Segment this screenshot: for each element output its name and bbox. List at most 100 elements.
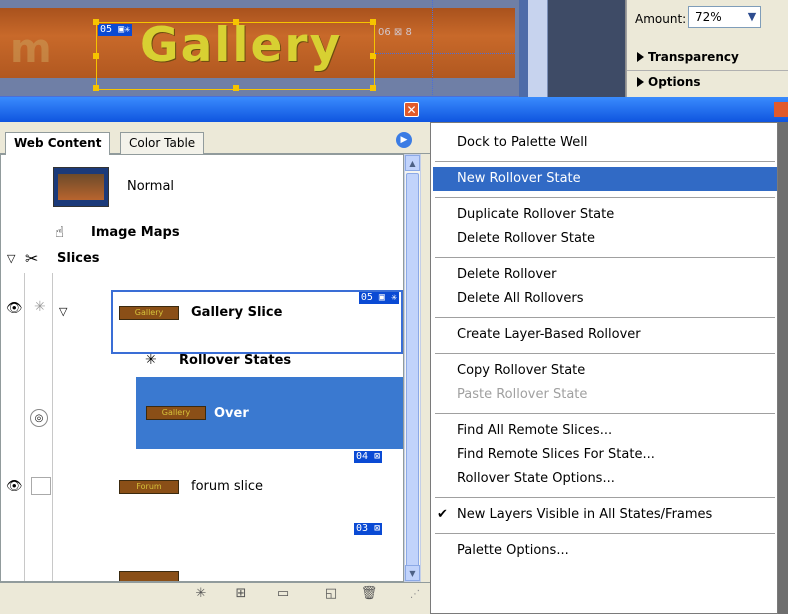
amount-value: 72%: [695, 10, 722, 24]
list-item-selected[interactable]: Gallery Over: [136, 377, 403, 449]
banner-left-letter: m: [10, 26, 52, 72]
resize-handle[interactable]: [233, 85, 239, 91]
list-item[interactable]: ☝ Image Maps: [1, 219, 403, 247]
trash-icon[interactable]: 🗑: [360, 586, 378, 602]
checkmark-icon: ✔: [437, 507, 448, 522]
menu-item-delete-rollover-state[interactable]: Delete Rollover State: [433, 227, 777, 251]
list-item[interactable]: Normal: [1, 155, 403, 219]
hand-icon: ☝: [55, 223, 65, 241]
gallery-thumbnail: Gallery: [119, 306, 179, 320]
list-item[interactable]: 03 ⊠: [1, 521, 403, 581]
gallery-slice-label: Gallery Slice: [191, 305, 283, 320]
close-icon[interactable]: [774, 102, 788, 117]
menu-separator: [435, 353, 775, 354]
list-item[interactable]: ✳ Rollover States: [1, 345, 403, 377]
menu-item-palette-options[interactable]: Palette Options...: [433, 539, 777, 563]
menu-titlebar: [430, 97, 788, 122]
menu-item-new-rollover-state[interactable]: New Rollover State: [433, 167, 777, 191]
menu-separator: [435, 257, 775, 258]
menu-item-rollover-state-options[interactable]: Rollover State Options...: [433, 467, 777, 491]
guide-line: [432, 0, 433, 97]
menu-item-new-layers-visible-in-all-states-frames[interactable]: New Layers Visible in All States/Frames: [433, 503, 777, 527]
tab-web-content[interactable]: Web Content: [5, 132, 111, 155]
gallery-thumbnail: Gallery: [146, 406, 206, 420]
over-label: Over: [214, 406, 249, 421]
properties-panel: Amount: 72% ▼ Transparency Options: [626, 0, 788, 97]
menu-separator: [435, 497, 775, 498]
amount-label: Amount:: [635, 12, 687, 26]
transparency-label: Transparency: [648, 50, 739, 64]
resize-handle[interactable]: [370, 85, 376, 91]
amount-select[interactable]: 72% ▼: [688, 6, 761, 28]
image-maps-label: Image Maps: [91, 225, 180, 240]
palette-titlebar[interactable]: ✕: [0, 97, 430, 122]
slice-thumbnail: [119, 571, 179, 581]
document-edge: [528, 0, 625, 97]
slice-number-tag: 03 ⊠: [354, 523, 383, 535]
web-content-palette: ✕ Web Content Color Table ▶ Normal ☝ Ima…: [0, 97, 430, 614]
rollover-star-icon: ✳: [145, 352, 157, 368]
rollover-states-label: Rollover States: [179, 353, 292, 368]
list-item[interactable]: ▽ ✂ Slices: [1, 247, 403, 273]
menu-separator: [435, 197, 775, 198]
resize-handle[interactable]: [93, 53, 99, 59]
menu-item-dock-to-palette-well[interactable]: Dock to Palette Well: [433, 131, 777, 155]
rollover-star-icon: ✳: [34, 299, 46, 315]
palette-context-menu: Dock to Palette Well New Rollover State Du…: [430, 122, 778, 614]
resize-grip-icon[interactable]: ⋰: [410, 589, 420, 600]
expand-triangle-icon: [637, 52, 644, 62]
folder-icon[interactable]: ▭: [274, 586, 292, 602]
menu-separator: [435, 317, 775, 318]
options-section[interactable]: Options: [637, 75, 701, 89]
document-canvas: m Gallery 05 ▣✳ 06 ⊠ 8: [0, 0, 528, 97]
list-item[interactable]: 04 ⊠ 👁 Forum forum slice: [1, 449, 403, 521]
slices-label: Slices: [57, 251, 100, 266]
palette-tabs: Web Content Color Table ▶: [0, 122, 430, 155]
tab-color-table[interactable]: Color Table: [120, 132, 205, 154]
resize-handle[interactable]: [233, 19, 239, 25]
menu-item-create-layer-based-rollover[interactable]: Create Layer-Based Rollover: [433, 323, 777, 347]
divider: [627, 70, 788, 71]
scroll-up-icon[interactable]: ▲: [405, 155, 420, 171]
resize-handle[interactable]: [370, 19, 376, 25]
canvas-scrollbar[interactable]: [519, 0, 528, 97]
eye-icon[interactable]: 👁: [6, 479, 23, 494]
menu-separator: [435, 161, 775, 162]
menu-item-find-remote-slices-for-state[interactable]: Find Remote Slices For State...: [433, 443, 777, 467]
normal-state-thumbnail: [53, 167, 109, 207]
menu-separator: [435, 413, 775, 414]
forum-slice-label: forum slice: [191, 479, 264, 494]
state-checkbox[interactable]: [31, 477, 51, 495]
new-layer-icon[interactable]: ◱: [322, 586, 340, 602]
menu-item-duplicate-rollover-state[interactable]: Duplicate Rollover State: [433, 203, 777, 227]
new-rollover-icon[interactable]: ✳: [192, 586, 210, 602]
eye-icon[interactable]: 👁: [6, 301, 23, 316]
slice-number-tag: 05 ▣✳: [98, 24, 133, 36]
resize-handle[interactable]: [93, 19, 99, 25]
resize-handle[interactable]: [93, 85, 99, 91]
menu-item-delete-rollover[interactable]: Delete Rollover: [433, 263, 777, 287]
transparency-section[interactable]: Transparency: [637, 50, 739, 64]
state-target-icon[interactable]: ◎: [30, 409, 48, 427]
menu-separator: [435, 533, 775, 534]
scroll-down-icon[interactable]: ▼: [405, 565, 420, 581]
menu-item-copy-rollover-state[interactable]: Copy Rollover State: [433, 359, 777, 383]
scroll-thumb[interactable]: [406, 173, 419, 581]
vertical-scrollbar[interactable]: [528, 0, 548, 97]
slice-number-tag: 05 ▣ ✳: [358, 292, 399, 304]
collapse-triangle-icon[interactable]: ▽: [7, 252, 15, 265]
menu-item-delete-all-rollovers[interactable]: Delete All Rollovers: [433, 287, 777, 311]
list-scrollbar[interactable]: ▲ ▼: [404, 154, 421, 582]
slice-number-tag: 04 ⊠: [354, 451, 383, 463]
chevron-down-icon[interactable]: ▼: [744, 8, 760, 26]
list-item[interactable]: 👁 ✳ ▽ 05 ▣ ✳ Gallery Gallery Slice: [1, 273, 403, 354]
slice-knife-icon: ✂: [25, 249, 39, 268]
slice-06-tag: 06 ⊠ 8: [378, 27, 412, 38]
palette-menu-icon[interactable]: ▶: [396, 132, 412, 148]
expand-triangle-icon: [637, 77, 644, 87]
close-icon[interactable]: ✕: [404, 102, 419, 117]
menu-item-find-all-remote-slices[interactable]: Find All Remote Slices...: [433, 419, 777, 443]
gallery-slice-selection[interactable]: 05 ▣✳: [93, 19, 376, 91]
collapse-triangle-icon[interactable]: ▽: [59, 305, 67, 318]
grid-icon[interactable]: ⊞: [232, 586, 250, 602]
